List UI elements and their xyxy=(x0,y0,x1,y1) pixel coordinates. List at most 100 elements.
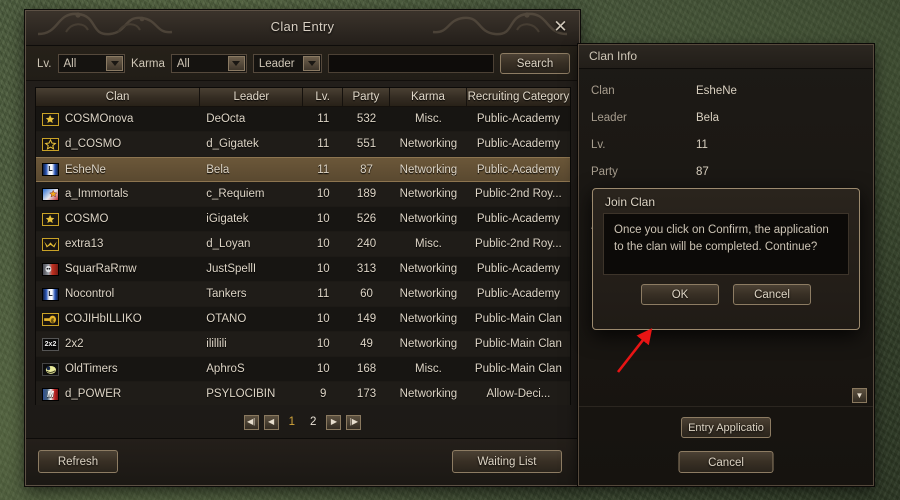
cell-clan: Md_POWER xyxy=(36,388,200,401)
karma-filter-label: Karma xyxy=(131,58,165,70)
cell-clan: 2x22x2 xyxy=(36,338,200,351)
clan-entry-window: Clan Entry ✕ Lv. All Karma All Leader Se… xyxy=(25,10,580,486)
last-page-icon[interactable]: |▶ xyxy=(346,415,361,430)
clan-name: COJIHbILLIKO xyxy=(65,313,142,325)
column-header-category[interactable]: Recruiting Category xyxy=(467,88,570,107)
table-row[interactable]: 2x22x2ilillili1049NetworkingPublic-Main … xyxy=(36,332,570,357)
close-icon[interactable]: ✕ xyxy=(551,18,570,37)
cell-clan: OldTimers xyxy=(36,363,200,376)
cell-lv: 11 xyxy=(304,288,343,300)
clan-info-value: Bela xyxy=(696,112,719,124)
cell-leader: d_Gigatek xyxy=(200,138,303,150)
cell-party: 532 xyxy=(343,113,390,125)
column-header-party[interactable]: Party xyxy=(343,88,390,107)
search-field-dropdown[interactable]: Leader xyxy=(253,54,322,73)
crest-letter-l-icon: L xyxy=(42,163,59,176)
column-header-leader[interactable]: Leader xyxy=(200,88,303,107)
page-number-2[interactable]: 2 xyxy=(305,416,321,428)
crest-star-burst-icon xyxy=(42,213,59,226)
clan-name: OldTimers xyxy=(65,363,118,375)
crest-star-burst-icon xyxy=(42,113,59,126)
cell-karma: Networking xyxy=(390,164,467,176)
cell-leader: d_Loyan xyxy=(200,238,303,250)
cell-clan: LEsheNe xyxy=(36,163,200,176)
table-row[interactable]: LNocontrolTankers1160NetworkingPublic-Ac… xyxy=(36,282,570,307)
cell-clan: L Nocontrol xyxy=(36,288,200,301)
dialog-title: Join Clan xyxy=(593,189,859,213)
search-field-value: Leader xyxy=(254,58,302,70)
lv-filter-label: Lv. xyxy=(37,58,52,70)
table-row[interactable]: extra13d_Loyan10240Misc.Public-2nd Roy..… xyxy=(36,232,570,257)
prev-page-icon[interactable]: ◀ xyxy=(264,415,279,430)
clan-info-cancel-button[interactable]: Cancel xyxy=(679,451,774,473)
crest-euro-icon: € xyxy=(42,313,59,326)
cell-party: 49 xyxy=(343,338,390,350)
waiting-list-button[interactable]: Waiting List xyxy=(452,450,562,473)
table-row[interactable]: Md_POWERPSYLOCIBIN9173NetworkingAllow-De… xyxy=(36,382,570,405)
window-footer: Refresh Waiting List xyxy=(26,438,579,485)
table-row[interactable]: €COJIHbILLIKOOTANO10149NetworkingPublic-… xyxy=(36,307,570,332)
table-row[interactable]: a_Immortalsc_Requiem10189NetworkingPubli… xyxy=(36,182,570,207)
chevron-down-icon xyxy=(228,56,245,71)
column-header-lv[interactable]: Lv. xyxy=(303,88,342,107)
refresh-button[interactable]: Refresh xyxy=(38,450,118,473)
clan-info-row: Party87 xyxy=(579,158,873,185)
column-header-karma[interactable]: Karma xyxy=(390,88,467,107)
cell-leader: PSYLOCIBIN xyxy=(200,388,303,400)
table-header-row: Clan Leader Lv. Party Karma Recruiting C… xyxy=(36,88,570,107)
table-row[interactable]: OldTimersAphroS10168Misc.Public-Main Cla… xyxy=(36,357,570,382)
chevron-down-icon xyxy=(106,56,123,71)
cell-leader: JustSpellI xyxy=(200,263,303,275)
cell-party: 173 xyxy=(343,388,390,400)
dialog-ok-button[interactable]: OK xyxy=(641,284,719,305)
crest-2x2-icon: 2x2 xyxy=(42,338,59,351)
dialog-message: Once you click on Confirm, the applicati… xyxy=(603,213,849,275)
clan-table: Clan Leader Lv. Party Karma Recruiting C… xyxy=(35,87,571,405)
search-input[interactable] xyxy=(328,54,494,73)
cell-category: Public-2nd Roy... xyxy=(467,188,570,200)
lv-filter-dropdown[interactable]: All xyxy=(58,54,126,73)
clan-info-value: 11 xyxy=(696,139,708,151)
crest-gold-star-icon xyxy=(42,138,59,151)
cell-category: Public-Main Clan xyxy=(467,363,570,375)
dialog-cancel-button[interactable]: Cancel xyxy=(733,284,811,305)
clan-name: COSMOnova xyxy=(65,113,133,125)
clan-name: d_COSMO xyxy=(65,138,121,150)
next-page-icon[interactable]: ▶ xyxy=(326,415,341,430)
cell-party: 313 xyxy=(343,263,390,275)
cell-clan: d_COSMO xyxy=(36,138,200,151)
crest-letter-l-icon: L xyxy=(42,288,59,301)
cell-party: 149 xyxy=(343,313,390,325)
clan-name: Nocontrol xyxy=(65,288,114,300)
cell-category: Public-Academy xyxy=(467,164,570,176)
cell-party: 87 xyxy=(343,164,390,176)
table-row[interactable]: LEsheNeBela1187NetworkingPublic-Academy xyxy=(36,157,570,182)
cell-lv: 11 xyxy=(304,113,343,125)
karma-filter-dropdown[interactable]: All xyxy=(171,54,247,73)
table-body: COSMOnovaDeOcta11532Misc.Public-Academy d… xyxy=(36,107,570,405)
pagination: ◀| ◀ 1 2 ▶ |▶ xyxy=(26,409,579,435)
first-page-icon[interactable]: ◀| xyxy=(244,415,259,430)
lv-filter-value: All xyxy=(59,58,106,70)
entry-application-button[interactable]: Entry Applicatio xyxy=(681,417,771,438)
cell-karma: Networking xyxy=(390,138,467,150)
table-row[interactable]: COSMOnovaDeOcta11532Misc.Public-Academy xyxy=(36,107,570,132)
page-number-1[interactable]: 1 xyxy=(284,416,300,428)
cell-karma: Misc. xyxy=(390,113,467,125)
join-clan-dialog: Join Clan Once you click on Confirm, the… xyxy=(592,188,860,330)
cell-category: Public-Academy xyxy=(467,138,570,150)
crest-red-star-icon xyxy=(42,188,59,201)
cell-leader: iGigatek xyxy=(200,213,303,225)
table-row[interactable]: d_COSMOd_Gigatek11551NetworkingPublic-Ac… xyxy=(36,132,570,157)
scroll-down-icon[interactable]: ▼ xyxy=(852,388,867,403)
cell-lv: 10 xyxy=(304,363,343,375)
crest-wings-icon xyxy=(42,238,59,251)
cell-category: Public-2nd Roy... xyxy=(467,238,570,250)
column-header-clan[interactable]: Clan xyxy=(36,88,200,107)
table-row[interactable]: COSMOiGigatek10526NetworkingPublic-Acade… xyxy=(36,207,570,232)
clan-info-key: Lv. xyxy=(591,139,696,151)
window-titlebar: Clan Entry ✕ xyxy=(26,11,579,46)
table-row[interactable]: SquarRaRmwJustSpellI10313NetworkingPubli… xyxy=(36,257,570,282)
clan-name: SquarRaRmw xyxy=(65,263,137,275)
search-button[interactable]: Search xyxy=(500,53,570,74)
